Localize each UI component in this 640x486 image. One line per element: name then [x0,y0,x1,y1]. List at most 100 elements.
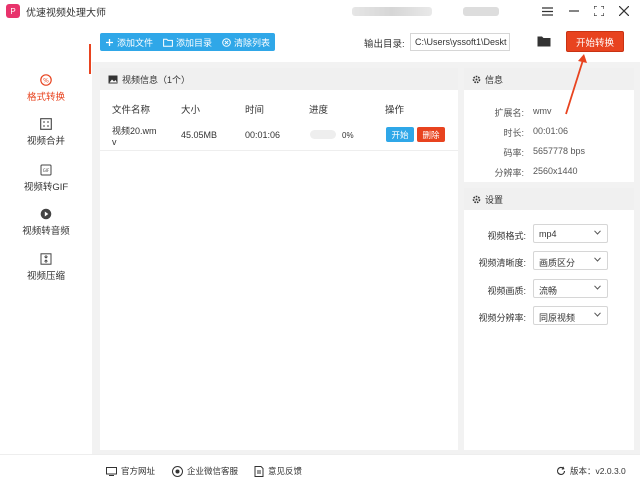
close-icon[interactable] [616,3,632,19]
wechat-link[interactable]: 企业微信客服 [172,465,238,477]
sidebar-item-compress[interactable]: 视频压缩 [0,249,92,285]
file-name: 视频20.wm [112,126,157,136]
chevron-down-icon [594,257,601,262]
output-dir-label: 输出目录: [364,39,405,50]
feedback-label: 意见反馈 [268,466,303,476]
format-key: 视频格式: [487,231,526,241]
blurred-badge [463,7,499,16]
duration-key: 时长: [503,128,524,138]
clear-list-button[interactable]: 清除列表 [217,33,275,51]
resolution-value: 2560x1440 [533,166,578,176]
monitor-icon [106,466,117,476]
chevron-down-icon [594,230,601,235]
image-icon [108,75,118,83]
minimize-icon[interactable] [566,3,582,19]
folder-outline-icon [163,38,173,47]
resolution-setting-value: 同原视频 [539,313,576,323]
clarity-select[interactable]: 画质区分 [533,251,608,270]
resolution-key: 分辨率: [494,168,524,178]
ext-value: wmv [533,106,552,116]
col-header-progress: 进度 [309,105,329,116]
add-file-icon [106,38,113,46]
svg-text:%: % [43,77,49,84]
progress-bar [310,130,336,139]
audio-icon [40,208,52,220]
format-value: mp4 [539,229,557,239]
list-header-title: 视频信息（1个） [122,74,191,85]
chevron-down-icon [594,312,601,317]
version-number: v2.0.3.0 [595,466,626,476]
row-delete-button[interactable]: 删除 [417,127,445,142]
compress-icon [40,252,52,265]
col-header-name: 文件名称 [112,105,151,116]
resolution-select[interactable]: 同原视频 [533,306,608,325]
file-duration: 00:01:06 [245,130,281,140]
sidebar-item-merge[interactable]: 视频合并 [0,114,92,150]
wechat-label: 企业微信客服 [187,466,239,476]
website-link[interactable]: 官方网址 [106,465,155,477]
format-convert-icon: % [40,73,52,86]
sidebar: % 格式转换 视频合并 GIF 视频转GIF 视频转音频 视频压缩 [0,22,92,454]
col-header-time: 时间 [245,105,265,116]
add-dir-label: 添加目录 [176,37,213,48]
list-header: 视频信息（1个） [100,68,458,90]
settings-gear-icon [472,195,481,203]
row-divider [100,150,458,151]
app-logo: P [6,4,20,18]
refresh-icon [557,466,566,475]
app-title: 优速视频处理大师 [26,7,106,19]
sidebar-item-gif[interactable]: GIF 视频转GIF [0,160,92,196]
info-header-title: 信息 [485,74,504,85]
sidebar-item-label: 格式转换 [26,91,65,103]
gif-icon: GIF [40,164,52,176]
wechat-icon [172,465,183,477]
format-select[interactable]: mp4 [533,224,608,243]
folder-icon[interactable] [537,35,551,47]
file-name-wrap: v [112,137,117,147]
settings-header-title: 设置 [485,194,504,205]
settings-header: 设置 [464,188,634,210]
col-header-size: 大小 [181,105,201,116]
sidebar-item-format-convert[interactable]: % 格式转换 [0,70,92,106]
clarity-value: 画质区分 [539,258,576,268]
output-dir-input[interactable]: C:\Users\yssoft1\Deskt [410,33,510,51]
feedback-icon [254,465,264,477]
toolbar-actions: 添加文件 添加目录 清除列表 [100,33,276,51]
ext-key: 扩展名: [494,108,524,118]
sidebar-item-label: 视频转音频 [22,225,70,237]
version-label: 版本： [570,466,596,476]
clear-icon [222,37,231,47]
add-file-label: 添加文件 [117,37,154,48]
blurred-user-info [352,7,432,16]
sidebar-item-label: 视频合并 [26,135,65,147]
feedback-link[interactable]: 意见反馈 [254,465,302,477]
merge-icon [40,117,52,130]
clear-list-label: 清除列表 [234,37,271,48]
maximize-icon[interactable] [591,3,607,19]
quality-key: 视频画质: [487,286,526,296]
quality-select[interactable]: 流畅 [533,279,608,298]
clarity-key: 视频清晰度: [478,258,526,268]
bitrate-key: 码率: [503,148,524,158]
svg-text:GIF: GIF [43,167,50,172]
footer [0,454,640,486]
website-label: 官方网址 [121,466,156,476]
start-convert-button[interactable]: 开始转换 [566,31,624,52]
add-file-button[interactable]: 添加文件 [100,33,158,51]
quality-value: 流畅 [539,286,558,296]
sidebar-item-audio[interactable]: 视频转音频 [0,204,92,240]
progress-text: 0% [342,131,354,140]
chevron-down-icon [594,285,601,290]
menu-icon[interactable] [539,3,555,19]
col-header-action: 操作 [385,105,405,116]
add-dir-button[interactable]: 添加目录 [158,33,217,51]
resolution-setting-key: 视频分辨率: [478,313,526,323]
duration-value: 00:01:06 [533,126,569,136]
file-size: 45.05MB [181,130,218,140]
sidebar-item-label: 视频压缩 [26,270,65,282]
active-indicator [89,44,91,74]
info-header: 信息 [464,68,634,90]
sidebar-item-label: 视频转GIF [23,181,69,193]
gear-icon [472,75,481,83]
row-start-button[interactable]: 开始 [386,127,414,142]
